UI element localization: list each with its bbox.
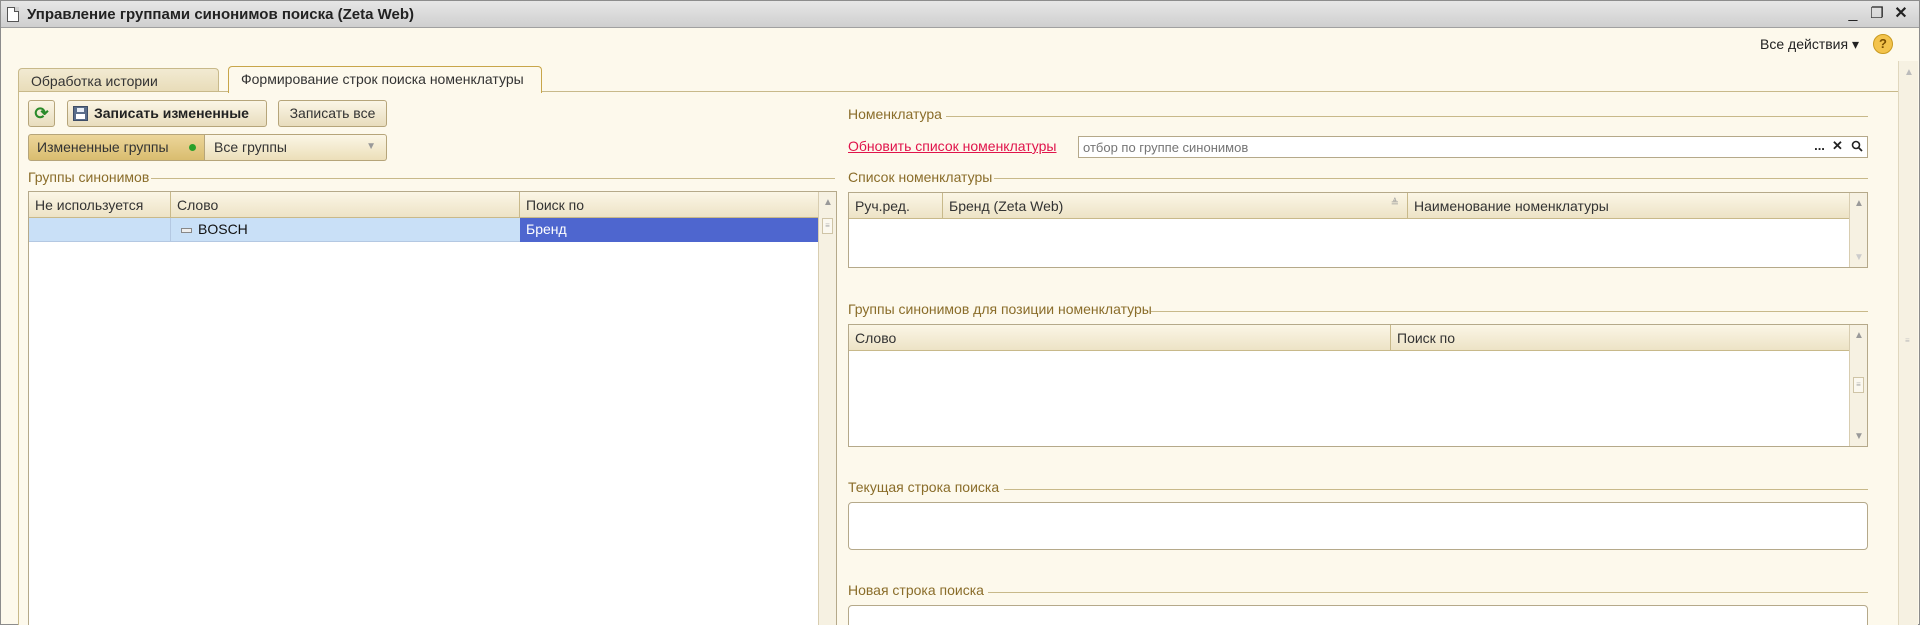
close-button[interactable]: ✕ <box>1891 4 1911 24</box>
save-changed-label: Записать измененные <box>94 105 249 121</box>
new-search-title: Новая строка поиска <box>848 582 984 598</box>
filter-changed-label: Измененные группы <box>37 139 169 155</box>
scrollbar[interactable]: ▲ ≡ ▼ <box>1849 325 1867 446</box>
scroll-down-icon[interactable]: ▼ <box>1854 431 1864 442</box>
tab-nomenclature-search[interactable]: Формирование строк поиска номенклатуры <box>228 66 542 93</box>
filter-all-groups[interactable]: Все группы ▼ <box>205 134 387 161</box>
save-all-button[interactable]: Записать все <box>278 100 387 127</box>
grid-header: Не используется Слово Поиск по <box>29 192 836 218</box>
column-nomenclature-name[interactable]: Наименование номенклатуры <box>1408 193 1851 219</box>
new-search-field[interactable] <box>848 605 1868 625</box>
divider <box>946 116 1868 117</box>
title-bar: Управление группами синонимов поиска (Ze… <box>1 1 1919 28</box>
document-icon <box>7 7 19 22</box>
column-search-by[interactable]: Поиск по <box>520 192 820 218</box>
synonym-groups-grid[interactable]: Не используется Слово Поиск по BOSCH Бре… <box>28 191 837 625</box>
divider <box>1004 489 1868 490</box>
filter-all-label: Все группы <box>214 139 287 155</box>
nomenclature-title: Номенклатура <box>848 106 942 122</box>
synonym-groups-position-title: Группы синонимов для позиции номенклатур… <box>848 301 1152 317</box>
cell-unused[interactable] <box>29 218 171 242</box>
current-search-title: Текущая строка поиска <box>848 479 1000 495</box>
search-button[interactable] <box>1848 136 1865 158</box>
divider <box>988 592 1868 593</box>
save-icon <box>73 106 88 121</box>
column-word[interactable]: Слово <box>171 192 520 218</box>
synonym-groups-position-grid[interactable]: Слово Поиск по ▲ ≡ ▼ <box>848 324 1868 447</box>
refresh-button[interactable]: ⟳ <box>28 100 55 127</box>
grid-header: Слово Поиск по <box>849 325 1867 351</box>
scroll-up-icon[interactable]: ▲ <box>1904 67 1914 78</box>
active-indicator-icon <box>189 144 196 151</box>
scroll-up-icon[interactable]: ▲ <box>1854 330 1864 341</box>
scroll-down-icon[interactable]: ▼ <box>1854 252 1864 263</box>
cell-search-by[interactable]: Бренд <box>520 218 820 242</box>
tab-search-history[interactable]: Обработка истории поиска <box>18 68 219 105</box>
nomenclature-list-title: Список номенклатуры <box>848 169 993 185</box>
form-scrollbar[interactable]: ▲ ≡ <box>1898 61 1918 625</box>
main-window: Управление группами синонимов поиска (Ze… <box>0 0 1920 625</box>
scroll-up-icon[interactable]: ▲ <box>1854 198 1864 209</box>
column-word[interactable]: Слово <box>849 325 1391 351</box>
column-brand[interactable]: Бренд (Zeta Web) ≜ <box>943 193 1408 219</box>
synonym-groups-title: Группы синонимов <box>28 169 150 185</box>
scrollbar[interactable]: ▲ ▼ <box>1849 193 1867 267</box>
cell-word-text: BOSCH <box>198 221 248 237</box>
scrollbar[interactable]: ▲ ≡ <box>818 192 836 625</box>
divider <box>1151 311 1868 312</box>
refresh-icon: ⟳ <box>34 104 49 123</box>
table-row[interactable]: BOSCH Бренд <box>29 218 820 242</box>
collapse-icon[interactable] <box>181 227 192 233</box>
choose-button[interactable]: ... <box>1811 136 1828 158</box>
current-search-field[interactable] <box>848 502 1868 550</box>
grid-header: Руч.ред. Бренд (Zeta Web) ≜ Наименование… <box>849 193 1867 219</box>
chevron-down-icon: ▼ <box>366 141 376 152</box>
scroll-up-icon[interactable]: ▲ <box>823 197 833 208</box>
filter-changed-groups[interactable]: Измененные группы <box>28 134 205 161</box>
cell-word[interactable]: BOSCH <box>171 218 520 242</box>
scroll-thumb[interactable]: ≡ <box>822 218 833 234</box>
column-unused[interactable]: Не используется <box>29 192 171 218</box>
window-title: Управление группами синонимов поиска (Ze… <box>27 6 415 23</box>
column-brand-label: Бренд (Zeta Web) <box>949 198 1064 214</box>
save-changed-button[interactable]: Записать измененные <box>67 100 267 127</box>
search-icon <box>1851 140 1863 152</box>
minimize-button[interactable]: _ <box>1843 4 1863 24</box>
nomenclature-grid[interactable]: Руч.ред. Бренд (Zeta Web) ≜ Наименование… <box>848 192 1868 268</box>
sort-icon[interactable]: ≜ <box>1391 198 1399 209</box>
all-actions-menu[interactable]: Все действия ▾ <box>1760 36 1859 53</box>
restore-button[interactable]: ❐ <box>1867 4 1887 24</box>
scroll-thumb[interactable]: ≡ <box>1905 336 1910 345</box>
scroll-thumb[interactable]: ≡ <box>1853 377 1864 393</box>
divider <box>994 178 1868 179</box>
synonym-group-filter-input[interactable] <box>1078 136 1868 158</box>
refresh-nomenclature-link[interactable]: Обновить список номенклатуры <box>848 138 1057 154</box>
clear-button[interactable]: ✕ <box>1829 136 1846 158</box>
column-manual-edit[interactable]: Руч.ред. <box>849 193 943 219</box>
divider <box>151 178 835 179</box>
help-icon[interactable]: ? <box>1873 34 1893 54</box>
column-search-by[interactable]: Поиск по <box>1391 325 1851 351</box>
